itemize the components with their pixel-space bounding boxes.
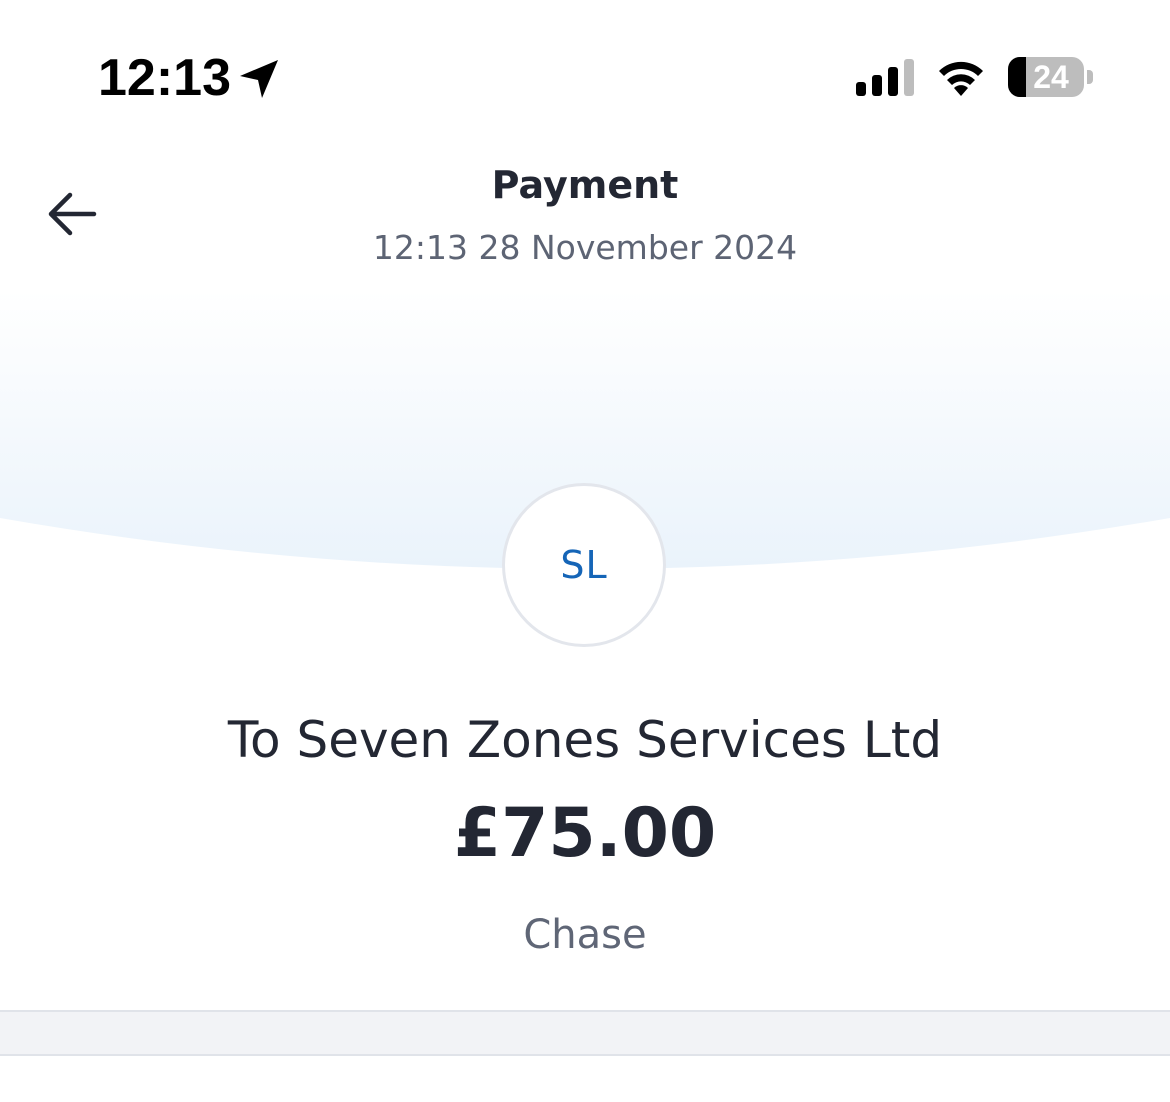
page-title: Payment [491, 163, 679, 207]
status-time: 12:13 [98, 49, 231, 107]
payee-avatar: SL [502, 483, 666, 647]
cellular-signal-icon [856, 59, 914, 96]
battery-cap [1087, 70, 1093, 84]
status-bar: 12:13 24 [0, 0, 1170, 140]
battery-percentage: 24 [1033, 59, 1069, 95]
battery-icon: 24 [1008, 57, 1084, 97]
payee-name: To Seven Zones Services Ltd [227, 711, 943, 769]
payment-detail-screen: 12:13 24 Payment 12:13 28 November 2024 [0, 0, 1170, 1102]
transaction-timestamp: 12:13 28 November 2024 [372, 228, 798, 267]
payment-amount: £75.00 [453, 794, 717, 873]
section-divider [0, 1010, 1170, 1056]
location-arrow-icon [240, 60, 278, 98]
avatar-initials: SL [560, 543, 608, 587]
bank-name: Chase [523, 912, 647, 958]
wifi-icon [939, 61, 983, 96]
